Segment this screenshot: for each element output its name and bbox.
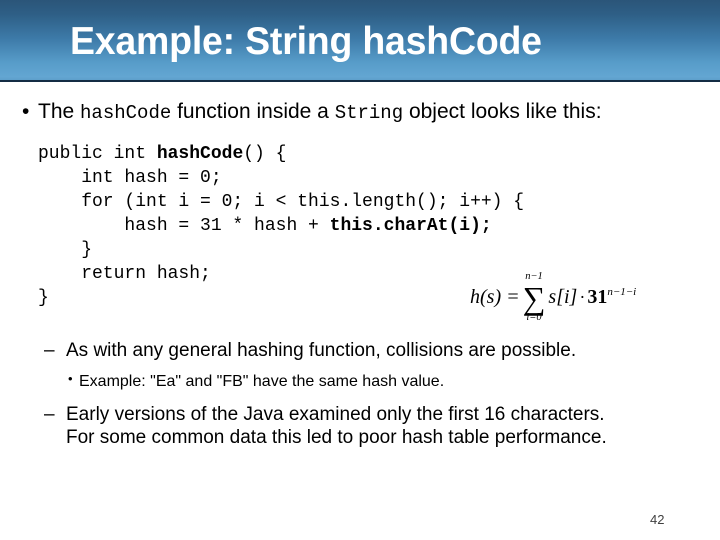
dash-glyph-icon: – [44,340,55,361]
code-line-7: } [38,288,49,308]
code-line-3: for (int i = 0; i < this.length(); i++) … [38,192,525,212]
bullet-glyph-icon: • [22,100,30,123]
formula-exponent: n−1−i [607,286,637,299]
code-block: public int hashCode() { int hash = 0; fo… [38,142,524,310]
code-line-4: hash = 31 * hash + this.charAt(i); [38,214,524,238]
formula-term: s[i] [548,286,578,309]
intro-text-part1: The [38,100,81,123]
formula-base: 31 [587,286,608,309]
intro-code-string: String [334,102,404,124]
slide-content-area: • The hashCode function inside a String … [0,82,720,540]
slide-title-banner: Example: String hashCode [0,0,720,82]
code-line-1-keywords: public int [38,144,157,164]
intro-code-hashcode: hashCode [80,102,172,124]
code-line-4-call: this.charAt(i); [329,216,492,236]
code-line-6: return hash; [38,264,211,284]
bullet-collisions: – As with any general hashing function, … [44,340,684,363]
bullet-collisions-text: As with any general hashing function, co… [66,340,577,361]
formula-multiply-dot: · [579,287,586,308]
code-line-4-head: hash = 31 * hash + [38,216,330,236]
code-line-2: int hash = 0; [38,168,222,188]
bullet-example-text: Example: "Ea" and "FB" have the same has… [79,373,445,390]
intro-bullet-line: • The hashCode function inside a String … [22,100,602,125]
summation-operator: n−1 ∑ i=0 [522,271,546,323]
code-line-1-method: hashCode [156,144,244,164]
page-title: Example: String hashCode [70,20,542,63]
bullet-early-java-line2: For some common data this led to poor ha… [66,426,607,448]
hash-formula: h(s) = n−1 ∑ i=0 s[i] · 31n−1−i [470,271,637,323]
bullet-example: • Example: "Ea" and "FB" have the same h… [68,371,445,391]
code-line-1: public int hashCode() { [38,142,524,166]
sigma-icon: ∑ [522,279,546,316]
dash-glyph-icon-2: – [44,404,55,425]
sub-bullet-glyph-icon: • [68,371,73,386]
code-line-5: } [38,240,93,260]
intro-text-part3: object looks like this: [403,100,602,123]
page-number: 42 [650,512,665,527]
intro-text-part2: function inside a [171,100,335,123]
code-line-1-tail: () { [243,144,287,164]
bullet-early-java-line1: Early versions of the Java examined only… [66,404,605,425]
formula-lhs: h(s) = [470,286,520,309]
bullet-early-java: – Early versions of the Java examined on… [44,404,694,450]
intro-text: The hashCode function inside a String ob… [38,100,602,124]
